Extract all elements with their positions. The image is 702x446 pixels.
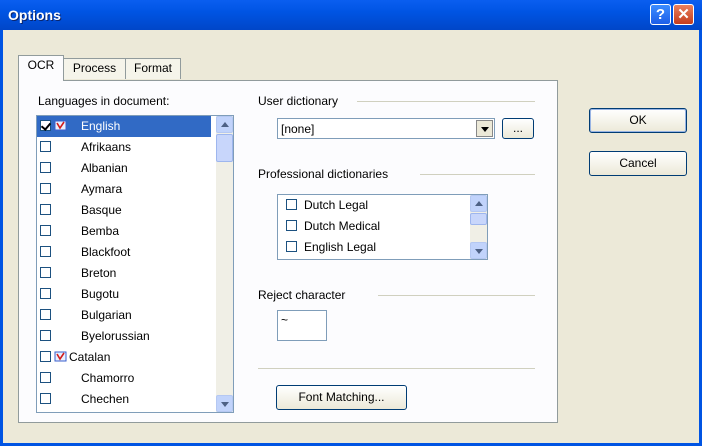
language-name: Catalan (69, 350, 111, 364)
user-dictionary-select[interactable]: [none] (277, 118, 495, 139)
tab-process[interactable]: Process (63, 58, 126, 79)
professional-dictionary-item[interactable]: Dutch Legal (278, 195, 468, 216)
language-item[interactable]: Breton (37, 263, 211, 284)
language-checkbox[interactable] (40, 141, 51, 152)
ok-button[interactable]: OK (589, 108, 687, 133)
language-checkbox[interactable] (40, 225, 51, 236)
browse-dictionary-button[interactable]: ... (502, 118, 534, 139)
scroll-up-button[interactable] (216, 116, 233, 133)
tab-format-label: Format (133, 61, 172, 75)
languages-listbox[interactable]: English Afrikaans Albanian Aymara Basque Bemb… (36, 115, 234, 413)
scroll-thumb[interactable] (216, 134, 233, 162)
languages-scrollbar[interactable] (216, 116, 233, 412)
language-name: Bugotu (81, 287, 120, 301)
chevron-down-icon[interactable] (476, 120, 493, 137)
language-item[interactable]: Blackfoot (37, 242, 211, 263)
scroll-down-button[interactable] (470, 242, 487, 259)
language-item[interactable]: Afrikaans (37, 137, 211, 158)
language-checkbox[interactable] (40, 330, 51, 341)
language-checkbox[interactable] (40, 372, 51, 383)
language-name: Albanian (81, 161, 128, 175)
language-checkbox[interactable] (40, 309, 51, 320)
close-icon: ✕ (677, 6, 690, 23)
scroll-up-button[interactable] (470, 195, 487, 212)
language-item[interactable]: Basque (37, 200, 211, 221)
languages-label: Languages in document: (38, 94, 170, 108)
language-item[interactable]: Catalan (37, 347, 211, 368)
divider (420, 174, 535, 175)
language-checkbox[interactable] (40, 162, 51, 173)
tab-format[interactable]: Format (125, 58, 181, 79)
help-icon: ? (655, 6, 666, 23)
language-name: Bulgarian (81, 308, 132, 322)
reject-character-input[interactable]: ~ (277, 310, 327, 341)
dictionary-icon (54, 351, 67, 362)
language-checkbox[interactable] (40, 267, 51, 278)
language-name: Aymara (81, 182, 123, 196)
language-checkbox[interactable] (40, 393, 51, 404)
language-item[interactable]: Aymara (37, 179, 211, 200)
professional-scrollbar[interactable] (470, 195, 487, 259)
language-item[interactable]: Chechen (37, 389, 211, 410)
language-checkbox[interactable] (40, 246, 51, 257)
professional-dictionary-name: Dutch Legal (304, 198, 369, 212)
language-name: Chamorro (81, 371, 135, 385)
cancel-button[interactable]: Cancel (589, 151, 687, 176)
divider (378, 295, 535, 296)
language-name: Basque (81, 203, 122, 217)
language-checkbox[interactable] (40, 120, 51, 131)
language-item[interactable]: Bugotu (37, 284, 211, 305)
window-title: Options (8, 7, 61, 23)
title-bar[interactable]: Options ? ✕ (0, 0, 702, 30)
divider (258, 368, 535, 369)
font-matching-button[interactable]: Font Matching... (276, 385, 407, 410)
tab-ocr-label: OCR (27, 58, 55, 72)
professional-dictionary-checkbox[interactable] (286, 220, 297, 231)
language-item[interactable]: Albanian (37, 158, 211, 179)
language-name: Chechen (81, 392, 130, 406)
reject-character-value: ~ (281, 313, 289, 327)
reject-character-label: Reject character (258, 288, 346, 302)
scroll-down-button[interactable] (216, 395, 233, 412)
language-name: English (81, 119, 121, 133)
browse-label: ... (512, 121, 523, 135)
professional-dictionary-item[interactable]: Dutch Medical (278, 216, 468, 237)
language-checkbox[interactable] (40, 288, 51, 299)
font-matching-label: Font Matching... (298, 390, 385, 404)
language-item[interactable]: Chamorro (37, 368, 211, 389)
language-item[interactable]: Byelorussian (37, 326, 211, 347)
dictionary-icon (54, 120, 67, 131)
user-dictionary-value: [none] (281, 122, 315, 136)
professional-dictionary-item[interactable]: English Legal (278, 237, 468, 258)
language-item[interactable]: Bulgarian (37, 305, 211, 326)
professional-dictionaries-listbox[interactable]: Dutch Legal Dutch Medical English Legal (277, 194, 488, 260)
user-dictionary-label: User dictionary (258, 94, 339, 108)
language-item[interactable]: English (37, 116, 211, 137)
language-checkbox[interactable] (40, 204, 51, 215)
professional-dictionary-checkbox[interactable] (286, 241, 297, 252)
help-button[interactable]: ? (650, 4, 671, 25)
language-name: Blackfoot (81, 245, 131, 259)
language-name: Byelorussian (81, 329, 150, 343)
tab-process-label: Process (72, 61, 117, 75)
language-checkbox[interactable] (40, 351, 51, 362)
ok-label: OK (629, 113, 647, 127)
language-name: Bemba (81, 224, 120, 238)
language-name: Afrikaans (81, 140, 132, 154)
cancel-label: Cancel (619, 156, 657, 170)
professional-dictionary-name: Dutch Medical (304, 219, 381, 233)
language-item[interactable]: Bemba (37, 221, 211, 242)
professional-dictionary-name: English Legal (304, 240, 377, 254)
divider (357, 101, 535, 102)
scroll-thumb[interactable] (470, 213, 487, 225)
language-checkbox[interactable] (40, 183, 51, 194)
language-name: Breton (81, 266, 117, 280)
close-button[interactable]: ✕ (673, 4, 694, 25)
professional-dictionaries-label: Professional dictionaries (258, 167, 389, 181)
professional-dictionary-checkbox[interactable] (286, 199, 297, 210)
tab-ocr[interactable]: OCR (18, 55, 64, 81)
